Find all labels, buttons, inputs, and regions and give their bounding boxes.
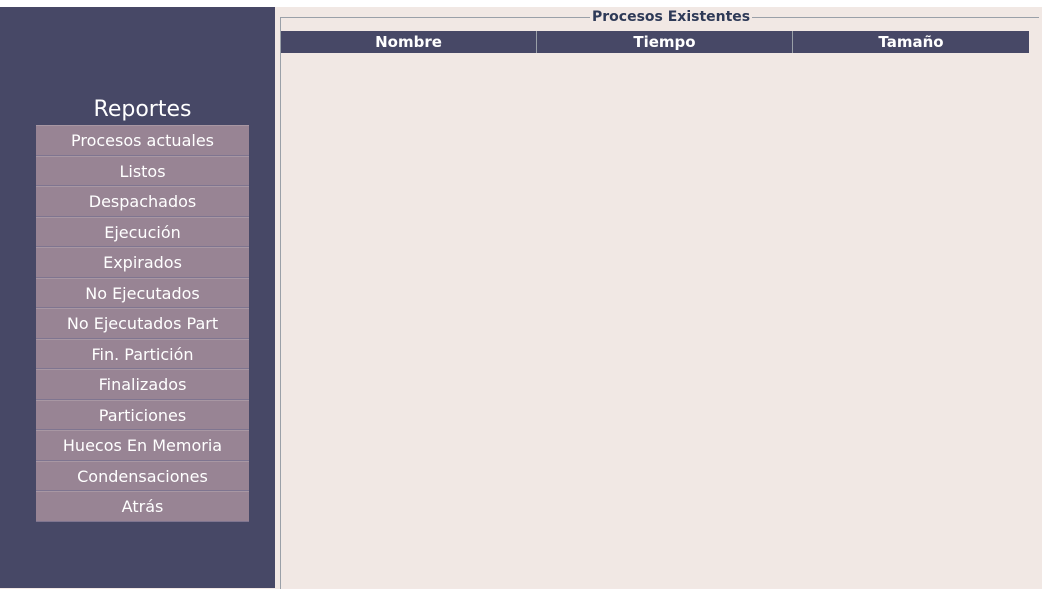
reports-title: Reportes <box>93 97 192 122</box>
ready-button[interactable]: Listos <box>36 155 249 186</box>
processes-table-header: Nombre Tiempo Tamaño <box>281 31 1029 53</box>
column-header-time[interactable]: Tiempo <box>537 31 793 53</box>
memory-holes-button[interactable]: Huecos En Memoria <box>36 430 249 461</box>
window-top-strip <box>0 0 1042 7</box>
sidebar: Reportes Procesos actuales Listos Despac… <box>0 7 275 588</box>
partitions-button[interactable]: Particiones <box>36 399 249 430</box>
not-executed-button[interactable]: No Ejecutados <box>36 277 249 308</box>
main-content: Procesos Existentes Nombre Tiempo Tamaño <box>275 7 1042 589</box>
existing-processes-group: Procesos Existentes Nombre Tiempo Tamaño <box>280 8 1039 589</box>
back-button[interactable]: Atrás <box>36 491 249 522</box>
finished-button[interactable]: Finalizados <box>36 369 249 400</box>
not-executed-part-button[interactable]: No Ejecutados Part <box>36 308 249 339</box>
column-header-name[interactable]: Nombre <box>281 31 537 53</box>
dispatched-button[interactable]: Despachados <box>36 186 249 217</box>
group-title: Procesos Existentes <box>590 8 753 26</box>
reports-menu: Procesos actuales Listos Despachados Eje… <box>36 125 249 522</box>
partition-end-button[interactable]: Fin. Partición <box>36 338 249 369</box>
condensations-button[interactable]: Condensaciones <box>36 460 249 491</box>
column-header-size[interactable]: Tamaño <box>793 31 1029 53</box>
execution-button[interactable]: Ejecución <box>36 216 249 247</box>
current-processes-button[interactable]: Procesos actuales <box>36 125 249 156</box>
expired-button[interactable]: Expirados <box>36 247 249 278</box>
